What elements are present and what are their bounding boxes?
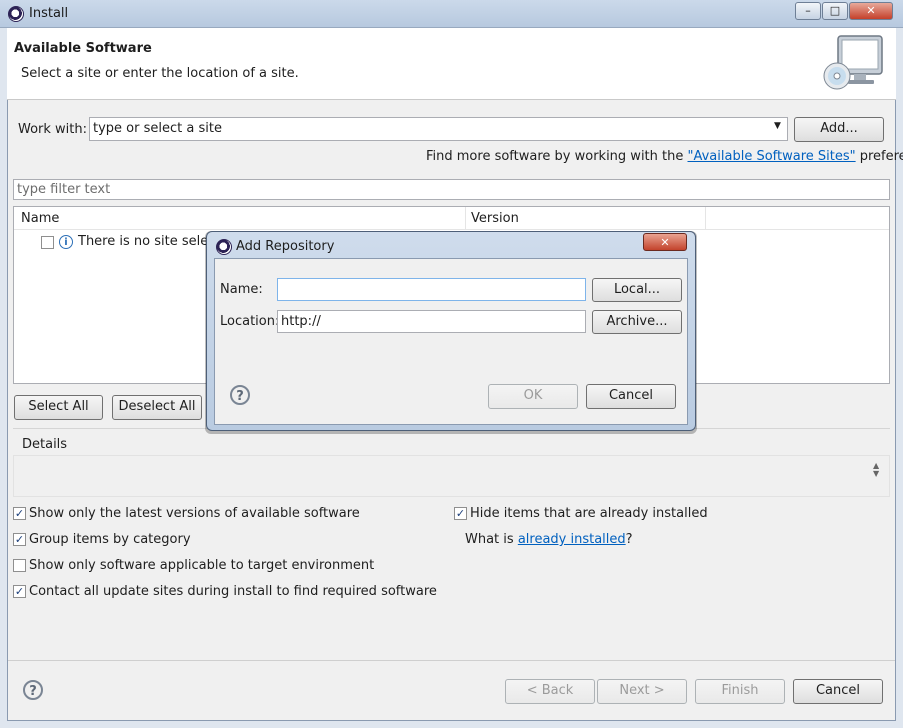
find-more-suffix: preferences. bbox=[859, 149, 903, 164]
page-description: Select a site or enter the location of a… bbox=[21, 66, 299, 81]
details-area bbox=[13, 455, 890, 497]
local-button[interactable]: Local... bbox=[592, 278, 682, 302]
what-is-prefix: What is bbox=[465, 532, 518, 547]
page-title: Available Software bbox=[14, 41, 152, 56]
find-more-text: Find more software by working with the "… bbox=[426, 149, 903, 164]
already-installed-link[interactable]: already installed bbox=[518, 532, 626, 547]
latest-versions-checkbox[interactable]: ✓ bbox=[13, 507, 26, 520]
next-button[interactable]: Next > bbox=[597, 679, 687, 704]
row-checkbox[interactable] bbox=[41, 236, 54, 249]
dropdown-arrow-icon[interactable]: ▼ bbox=[774, 121, 781, 131]
footer-separator bbox=[8, 660, 895, 661]
monitor-cd-icon bbox=[823, 35, 883, 90]
latest-versions-label: Show only the latest versions of availab… bbox=[29, 506, 360, 521]
location-value: http:// bbox=[281, 314, 321, 329]
column-header-version[interactable]: Version bbox=[471, 211, 519, 226]
what-is-installed-text: What is already installed? bbox=[465, 532, 633, 547]
name-field[interactable] bbox=[277, 278, 586, 301]
table-header bbox=[14, 207, 889, 230]
location-field[interactable]: http:// bbox=[277, 310, 586, 333]
minimize-button[interactable]: – bbox=[795, 2, 821, 20]
find-more-prefix: Find more software by working with the bbox=[426, 149, 688, 164]
banner bbox=[7, 28, 896, 100]
column-header-name[interactable]: Name bbox=[21, 211, 59, 226]
applicable-only-checkbox[interactable] bbox=[13, 559, 26, 572]
column-divider bbox=[465, 207, 466, 230]
title-bar bbox=[0, 0, 903, 28]
details-scroll-icon[interactable]: ▲ ▼ bbox=[873, 462, 879, 478]
filter-input[interactable]: type filter text bbox=[13, 179, 890, 200]
filter-placeholder: type filter text bbox=[17, 182, 111, 197]
dialog-title: Add Repository bbox=[236, 239, 335, 254]
applicable-only-label: Show only software applicable to target … bbox=[29, 558, 375, 573]
close-window-button[interactable]: ✕ bbox=[849, 2, 893, 20]
dialog-help-icon[interactable]: ? bbox=[230, 385, 250, 405]
dialog-cancel-button[interactable]: Cancel bbox=[586, 384, 676, 409]
contact-all-sites-label: Contact all update sites during install … bbox=[29, 584, 437, 599]
work-with-placeholder: type or select a site bbox=[93, 121, 222, 136]
contact-all-sites-checkbox[interactable]: ✓ bbox=[13, 585, 26, 598]
info-icon: i bbox=[59, 235, 73, 249]
window-title: Install bbox=[29, 6, 69, 21]
what-is-suffix: ? bbox=[625, 532, 633, 547]
hide-installed-label: Hide items that are already installed bbox=[470, 506, 708, 521]
add-site-button[interactable]: Add... bbox=[794, 117, 884, 142]
location-label: Location: bbox=[220, 314, 280, 329]
work-with-label: Work with: bbox=[18, 122, 88, 137]
deselect-all-button[interactable]: Deselect All bbox=[112, 395, 202, 420]
finish-button[interactable]: Finish bbox=[695, 679, 785, 704]
work-with-combo[interactable]: type or select a site ▼ bbox=[89, 117, 788, 141]
ok-button[interactable]: OK bbox=[488, 384, 578, 409]
column-divider bbox=[705, 207, 706, 230]
archive-button[interactable]: Archive... bbox=[592, 310, 682, 334]
name-label: Name: bbox=[220, 282, 263, 297]
cancel-button[interactable]: Cancel bbox=[793, 679, 883, 704]
hide-installed-checkbox[interactable]: ✓ bbox=[454, 507, 467, 520]
available-software-sites-link[interactable]: "Available Software Sites" bbox=[688, 149, 856, 164]
eclipse-icon bbox=[8, 6, 24, 22]
details-label: Details bbox=[22, 437, 68, 452]
maximize-button[interactable]: □ bbox=[822, 2, 848, 20]
dialog-eclipse-icon bbox=[216, 239, 232, 255]
group-by-category-checkbox[interactable]: ✓ bbox=[13, 533, 26, 546]
help-icon[interactable]: ? bbox=[23, 680, 43, 700]
dialog-close-button[interactable]: ✕ bbox=[643, 233, 687, 251]
group-by-category-label: Group items by category bbox=[29, 532, 191, 547]
back-button[interactable]: < Back bbox=[505, 679, 595, 704]
select-all-button[interactable]: Select All bbox=[14, 395, 103, 420]
